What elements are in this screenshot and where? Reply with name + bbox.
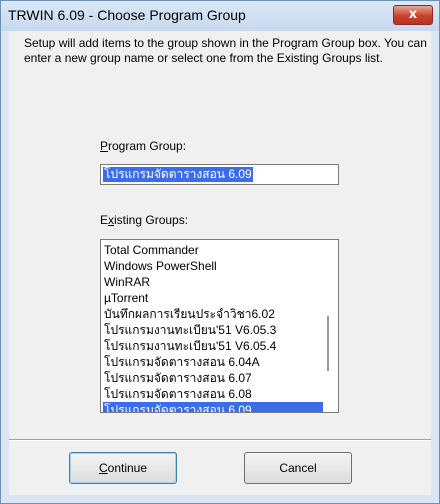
cancel-button[interactable]: Cancel [244,452,352,484]
existing-groups-list[interactable]: Total Commander Windows PowerShell WinRAR µ… [100,239,339,413]
list-item[interactable]: โปรแกรมงานทะเบียน'51 V6.05.4 [103,338,276,354]
dialog-client-area: Setup will add items to the group shown … [9,31,431,495]
program-group-input[interactable]: โปรแกรมจัดตารางสอน 6.09 [100,164,339,185]
window-title: TRWIN 6.09 - Choose Program Group [8,7,246,23]
list-item[interactable]: µTorrent [103,290,148,306]
list-item[interactable]: โปรแกรมงานทะเบียน'51 V6.05.3 [103,322,276,338]
list-item[interactable]: โปรแกรมจัดตารางสอน 6.07 [103,370,252,386]
list-item[interactable]: Windows PowerShell [103,258,217,274]
program-group-value: โปรแกรมจัดตารางสอน 6.09 [103,167,253,182]
divider [9,439,431,441]
close-icon: x [408,7,418,22]
list-item[interactable]: WinRAR [103,274,150,290]
list-scrollbar[interactable] [323,241,337,411]
title-bar[interactable]: TRWIN 6.09 - Choose Program Group x [1,1,439,31]
list-item[interactable]: บันทึกผลการเรียนประจำวิชา6.02 [103,306,275,322]
continue-button[interactable]: Continue [69,452,177,484]
list-item[interactable]: โปรแกรมจัดตารางสอน 6.09 [103,402,323,412]
existing-groups-label: Existing Groups: [100,213,189,227]
setup-dialog: TRWIN 6.09 - Choose Program Group x Setu… [0,0,440,504]
program-group-label: Program Group: [100,139,187,153]
close-button[interactable]: x [393,5,433,25]
scrollbar-thumb[interactable] [327,316,329,371]
list-item[interactable]: โปรแกรมจัดตารางสอน 6.08 [103,386,252,402]
instruction-text: Setup will add items to the group shown … [24,36,427,65]
list-item[interactable]: โปรแกรมจัดตารางสอน 6.04A [103,354,260,370]
list-item[interactable]: Total Commander [103,242,199,258]
